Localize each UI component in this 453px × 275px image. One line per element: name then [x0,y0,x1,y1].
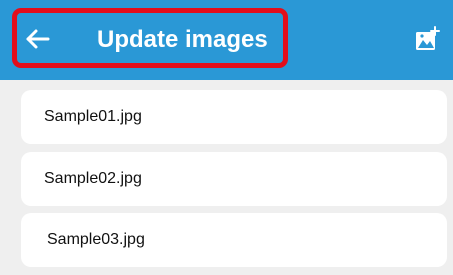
image-list-item[interactable]: Sample01.jpg [21,90,447,144]
image-filename: Sample02.jpg [44,170,142,187]
page-title: Update images [97,26,268,53]
app-bar: Update images [0,0,453,80]
add-photo-icon [416,26,440,50]
image-list-item[interactable]: Sample03.jpg [21,213,447,267]
image-list-item[interactable]: Sample02.jpg [21,152,447,206]
image-filename: Sample03.jpg [47,231,145,248]
back-button[interactable] [24,25,52,53]
add-image-button[interactable] [413,25,441,53]
arrow-left-icon [26,29,50,49]
image-filename: Sample01.jpg [44,108,142,125]
